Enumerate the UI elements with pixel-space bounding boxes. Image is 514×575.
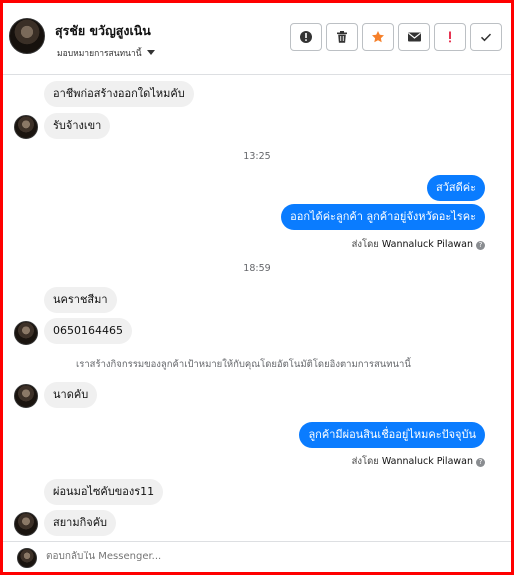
sent-by-prefix: ส่งโดย [351, 456, 379, 467]
mark-important-button[interactable] [434, 23, 466, 51]
contact-avatar-small [14, 321, 38, 345]
check-icon [480, 33, 492, 42]
assign-conversation-dropdown[interactable]: มอบหมายการสนทนานี้ [57, 46, 155, 60]
outgoing-message[interactable]: ออกได้ค่ะลูกค้า ลูกค้าอยู่จังหวัดอะไรคะ [281, 204, 485, 230]
question-icon[interactable]: ? [476, 241, 485, 250]
timestamp: 13:25 [243, 151, 271, 162]
mail-icon [407, 32, 421, 42]
incoming-message[interactable]: อาชีพก่อสร้างออกใดไหมคับ [44, 81, 194, 107]
reply-composer [3, 541, 511, 572]
contact-avatar-small [14, 512, 38, 536]
info-button[interactable] [290, 23, 322, 51]
system-note: เราสร้างกิจกรรมของลูกค้าเป้าหมายให้กับคุ… [76, 359, 411, 370]
mail-button[interactable] [398, 23, 430, 51]
conversation-header: สุรชัย ขวัญสูงเนิน มอบหมายการสนทนานี้ [3, 3, 511, 75]
reply-input[interactable] [46, 551, 466, 562]
contact-avatar[interactable] [9, 18, 45, 54]
outgoing-message[interactable]: ลูกค้ามีผ่อนสินเชื่ออยู่ไหมคะปัจจุบัน [299, 422, 485, 448]
outgoing-message[interactable]: สวัสดีค่ะ [426, 175, 485, 201]
timestamp: 18:59 [243, 263, 271, 274]
star-icon [372, 31, 384, 43]
sender-name: Wannaluck Pilawan [381, 456, 473, 467]
delete-button[interactable] [326, 23, 358, 51]
incoming-message[interactable]: ผ่อนมอไซคับของร11 [44, 479, 164, 505]
sent-by-prefix: ส่งโดย [351, 239, 379, 250]
incoming-message[interactable]: รับจ้างเขา [44, 113, 111, 139]
incoming-message[interactable]: สยามกิจคับ [44, 510, 117, 536]
star-button[interactable] [362, 23, 394, 51]
info-icon [300, 31, 312, 43]
action-toolbar [290, 23, 502, 51]
mark-done-button[interactable] [470, 23, 502, 51]
message-thread[interactable]: อาชีพก่อสร้างออกใดไหมคับ รับจ้างเขา 13:2… [3, 76, 511, 540]
contact-name[interactable]: สุรชัย ขวัญสูงเนิน [55, 21, 151, 41]
assign-label: มอบหมายการสนทนานี้ [57, 49, 142, 59]
incoming-message[interactable]: 0650164465 [44, 318, 132, 344]
trash-icon [337, 31, 347, 43]
contact-avatar-small [14, 384, 38, 408]
exclamation-icon [449, 31, 451, 43]
page-avatar [17, 548, 37, 568]
incoming-message[interactable]: นคราชสีมา [44, 287, 117, 313]
question-icon[interactable]: ? [476, 458, 485, 467]
sent-by-label: ส่งโดย Wannaluck Pilawan? [352, 454, 485, 469]
contact-avatar-small [14, 115, 38, 139]
sent-by-label: ส่งโดย Wannaluck Pilawan? [352, 237, 485, 252]
incoming-message[interactable]: นาดคับ [44, 382, 98, 408]
sender-name: Wannaluck Pilawan [381, 239, 473, 250]
caret-down-icon [146, 50, 155, 55]
